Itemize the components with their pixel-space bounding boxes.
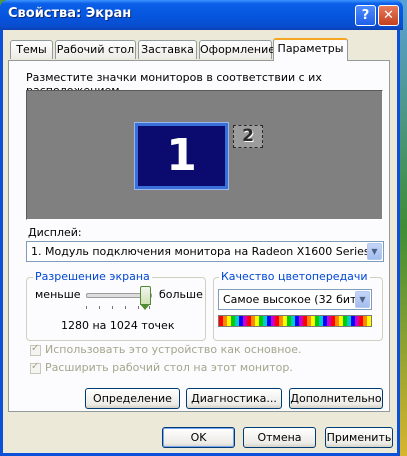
tab-screensaver[interactable]: Заставка — [138, 40, 197, 59]
resolution-value: 1280 на 1024 точек — [61, 319, 175, 332]
color-quality-select[interactable]: Самое высокое (32 бита) ▼ — [218, 289, 372, 310]
resolution-more-label: больше — [159, 288, 203, 301]
apply-button[interactable]: Применить — [325, 427, 393, 448]
checkbox-icon[interactable] — [30, 361, 41, 374]
extend-desktop-checkbox[interactable]: Расширить рабочий стол на этот монитор. — [30, 361, 293, 375]
primary-device-checkbox[interactable]: Использовать это устройство как основное… — [30, 343, 301, 357]
tab-appearance[interactable]: Оформление — [199, 40, 275, 59]
cancel-button[interactable]: Отмена — [243, 427, 316, 448]
tab-themes[interactable]: Темы — [10, 40, 53, 59]
advanced-button[interactable]: Дополнительно — [289, 388, 383, 409]
close-icon: ✕ — [383, 8, 394, 23]
color-quality-select-value: Самое высокое (32 бита) — [223, 293, 368, 306]
display-select[interactable]: 1. Модуль подключения монитора на Radeon… — [26, 241, 384, 262]
tab-desktop[interactable]: Рабочий стол — [55, 40, 136, 59]
primary-device-label: Использовать это устройство как основное… — [45, 343, 302, 356]
resolution-slider-ticks — [86, 306, 150, 310]
resolution-less-label: меньше — [35, 288, 81, 301]
tab-settings[interactable]: Параметры — [273, 38, 348, 61]
close-button[interactable]: ✕ — [378, 5, 399, 26]
monitor-1-icon[interactable]: 1 — [134, 122, 229, 190]
monitor-2-number: 2 — [242, 126, 254, 146]
help-icon: ? — [361, 8, 370, 23]
extend-desktop-label: Расширить рабочий стол на этот монитор. — [45, 361, 293, 374]
help-button[interactable]: ? — [355, 5, 376, 26]
identify-button[interactable]: Определение — [85, 388, 180, 409]
chevron-down-icon[interactable]: ▼ — [355, 291, 370, 308]
checkbox-icon[interactable] — [30, 343, 41, 356]
monitor-1-number: 1 — [166, 130, 197, 181]
troubleshoot-button[interactable]: Диагностика... — [186, 388, 282, 409]
resolution-group-title: Разрешение экрана — [33, 270, 152, 283]
ok-button[interactable]: OK — [162, 427, 235, 448]
color-quality-group-title: Качество цветопередачи — [219, 270, 370, 283]
chevron-down-icon[interactable]: ▼ — [367, 243, 382, 260]
resolution-slider-thumb[interactable] — [140, 286, 151, 310]
display-label: Дисплей: — [28, 226, 82, 239]
title-bar[interactable]: Свойства: Экран ? ✕ — [0, 0, 403, 30]
color-spectrum-bar — [218, 315, 372, 327]
monitor-2-icon[interactable]: 2 — [233, 125, 263, 148]
window-title: Свойства: Экран — [8, 6, 132, 21]
display-select-value: 1. Модуль подключения монитора на Radeon… — [31, 245, 370, 258]
